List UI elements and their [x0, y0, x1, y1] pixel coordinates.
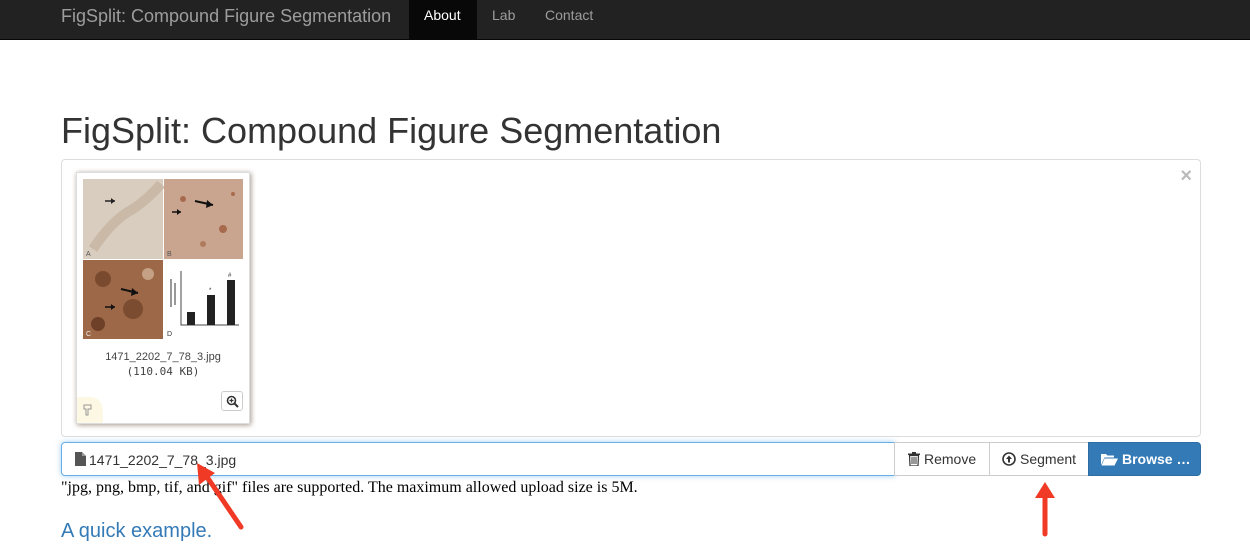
annotation-arrow-icon [197, 463, 244, 530]
panel-letter-b: B [167, 251, 172, 258]
nav-item-lab[interactable]: Lab [477, 0, 530, 40]
zoom-button[interactable] [221, 391, 243, 411]
file-icon [75, 452, 86, 466]
close-icon[interactable]: × [1180, 166, 1192, 186]
page-title: FigSplit: Compound Figure Segmentation [61, 110, 722, 151]
segment-button-label: Segment [1020, 451, 1077, 467]
panel-letter-a: A [86, 251, 91, 258]
remove-button-label: Remove [924, 451, 977, 467]
nav-item-about[interactable]: About [409, 0, 477, 40]
trash-icon [908, 452, 920, 467]
supported-formats-note: "jpg, png, bmp, tif, and gif" files are … [61, 479, 638, 496]
folder-open-icon [1101, 453, 1118, 466]
top-navbar: FigSplit: Compound Figure Segmentation A… [0, 0, 1250, 40]
file-thumbnail-card: A B C D # * 1471_2202_7_78_3.jpg (110.04… [76, 172, 250, 424]
browse-button[interactable]: Browse … [1088, 442, 1201, 476]
annotation-arrow-icon [1035, 482, 1055, 537]
browse-button-label: Browse … [1122, 451, 1191, 467]
segment-button[interactable]: Segment [989, 442, 1089, 476]
file-preview-panel: × A B C D # * 1471_2202_7_78_3.jpg (110.… [61, 159, 1201, 437]
panel-letter-d: D [167, 331, 172, 338]
panel-letter-c: C [86, 331, 91, 338]
thumbnail-image: A B C D # * [83, 179, 243, 339]
zoom-in-icon [226, 395, 239, 408]
navbar-brand[interactable]: FigSplit: Compound Figure Segmentation [61, 5, 391, 27]
thumbnail-file-size: (110.04 KB) [126, 365, 200, 378]
thumbnail-file-name: 1471_2202_7_78_3.jpg [105, 351, 221, 363]
remove-button[interactable]: Remove [894, 442, 990, 476]
drag-hand-icon [83, 404, 92, 416]
nav-item-contact[interactable]: Contact [530, 0, 608, 40]
upload-circle-icon [1002, 452, 1016, 467]
drag-handle[interactable] [77, 397, 103, 423]
